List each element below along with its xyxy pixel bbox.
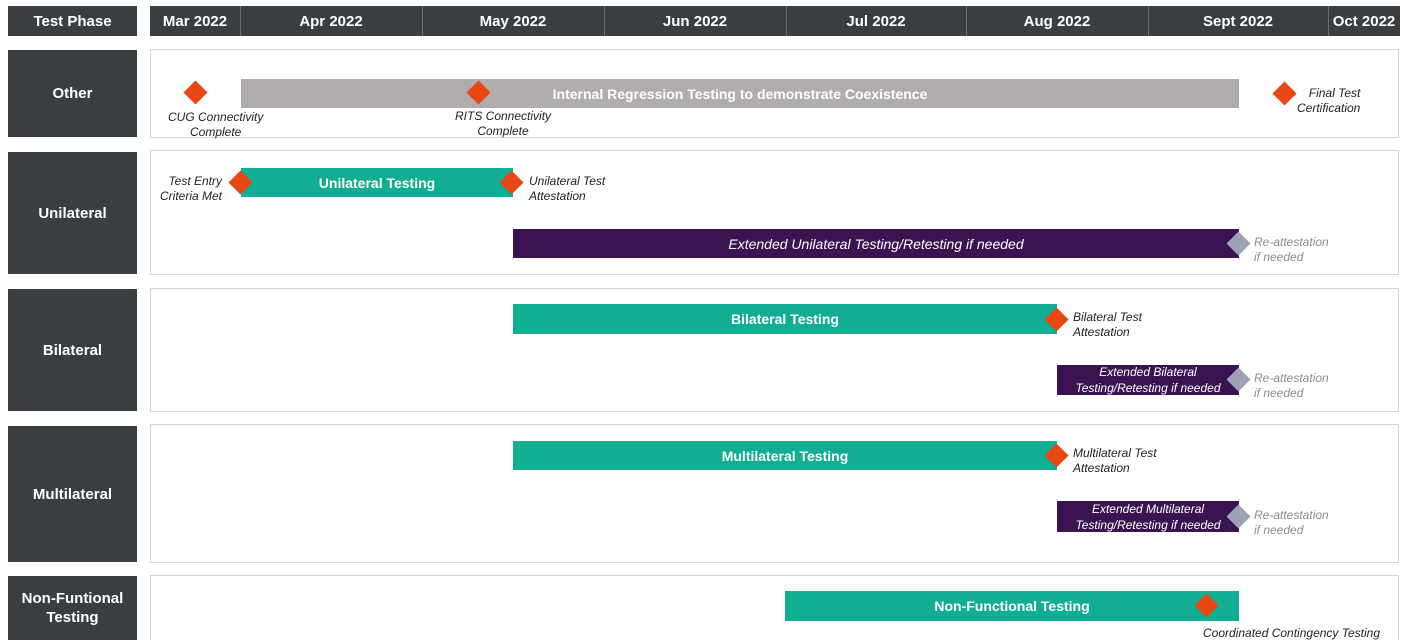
- milestone-cug-connectivity-label: CUG Connectivity Complete: [168, 110, 264, 139]
- milestone-final-test-certification-label: Final Test Certification: [1297, 86, 1361, 115]
- phase-label-bilateral: Bilateral: [8, 289, 137, 411]
- bar-multilateral-testing: Multilateral Testing: [513, 441, 1057, 470]
- milestone-bilateral-reattestation-label: Re-attestation if needed: [1254, 371, 1329, 400]
- milestone-unilateral-reattestation-label: Re-attestation if needed: [1254, 235, 1329, 264]
- bar-extended-unilateral-testing: Extended Unilateral Testing/Retesting if…: [513, 229, 1239, 258]
- month-apr-2022: Apr 2022: [299, 12, 363, 30]
- phase-label-multilateral: Multilateral: [8, 426, 137, 562]
- test-phase-header: Test Phase: [8, 6, 137, 36]
- month-jul-2022: Jul 2022: [846, 12, 906, 30]
- month-jun-2022: Jun 2022: [662, 12, 728, 30]
- milestone-multilateral-reattestation-label: Re-attestation if needed: [1254, 508, 1329, 537]
- bar-non-functional-testing: Non-Functional Testing: [785, 591, 1239, 621]
- milestone-unilateral-attestation-label: Unilateral Test Attestation: [529, 174, 606, 203]
- milestone-bilateral-attestation-label: Bilateral Test Attestation: [1073, 310, 1142, 339]
- milestone-multilateral-attestation-label: Multilateral Test Attestation: [1073, 446, 1157, 475]
- month-aug-2022: Aug 2022: [1023, 12, 1091, 30]
- month-mar-2022: Mar 2022: [162, 12, 228, 30]
- milestone-test-entry-label: Test Entry Criteria Met: [160, 174, 223, 203]
- phase-label-unilateral: Unilateral: [8, 152, 137, 274]
- timeline-header: Mar 2022 Apr 2022 May 2022 Jun 2022 Jul …: [150, 6, 1400, 36]
- bar-unilateral-testing: Unilateral Testing: [241, 168, 513, 197]
- bar-bilateral-testing: Bilateral Testing: [513, 304, 1057, 334]
- bar-internal-regression-testing: Internal Regression Testing to demonstra…: [241, 79, 1239, 108]
- month-may-2022: May 2022: [479, 12, 547, 30]
- milestone-rits-connectivity-label: RITS Connectivity Complete: [455, 109, 552, 138]
- month-sept-2022: Sept 2022: [1202, 12, 1274, 30]
- bar-extended-bilateral-testing: Extended Bilateral Testing/Retesting if …: [1057, 365, 1239, 395]
- phase-label-other: Other: [8, 50, 137, 137]
- month-oct-2022: Oct 2022: [1332, 12, 1396, 30]
- phase-label-non-functional: Non-Funtional Testing: [8, 576, 137, 640]
- milestone-contingency-testing-label: Coordinated Contingency Testing: [1203, 626, 1381, 640]
- bar-extended-multilateral-testing: Extended Multilateral Testing/Retesting …: [1057, 501, 1239, 532]
- test-phase-header-label: Test Phase: [33, 12, 112, 30]
